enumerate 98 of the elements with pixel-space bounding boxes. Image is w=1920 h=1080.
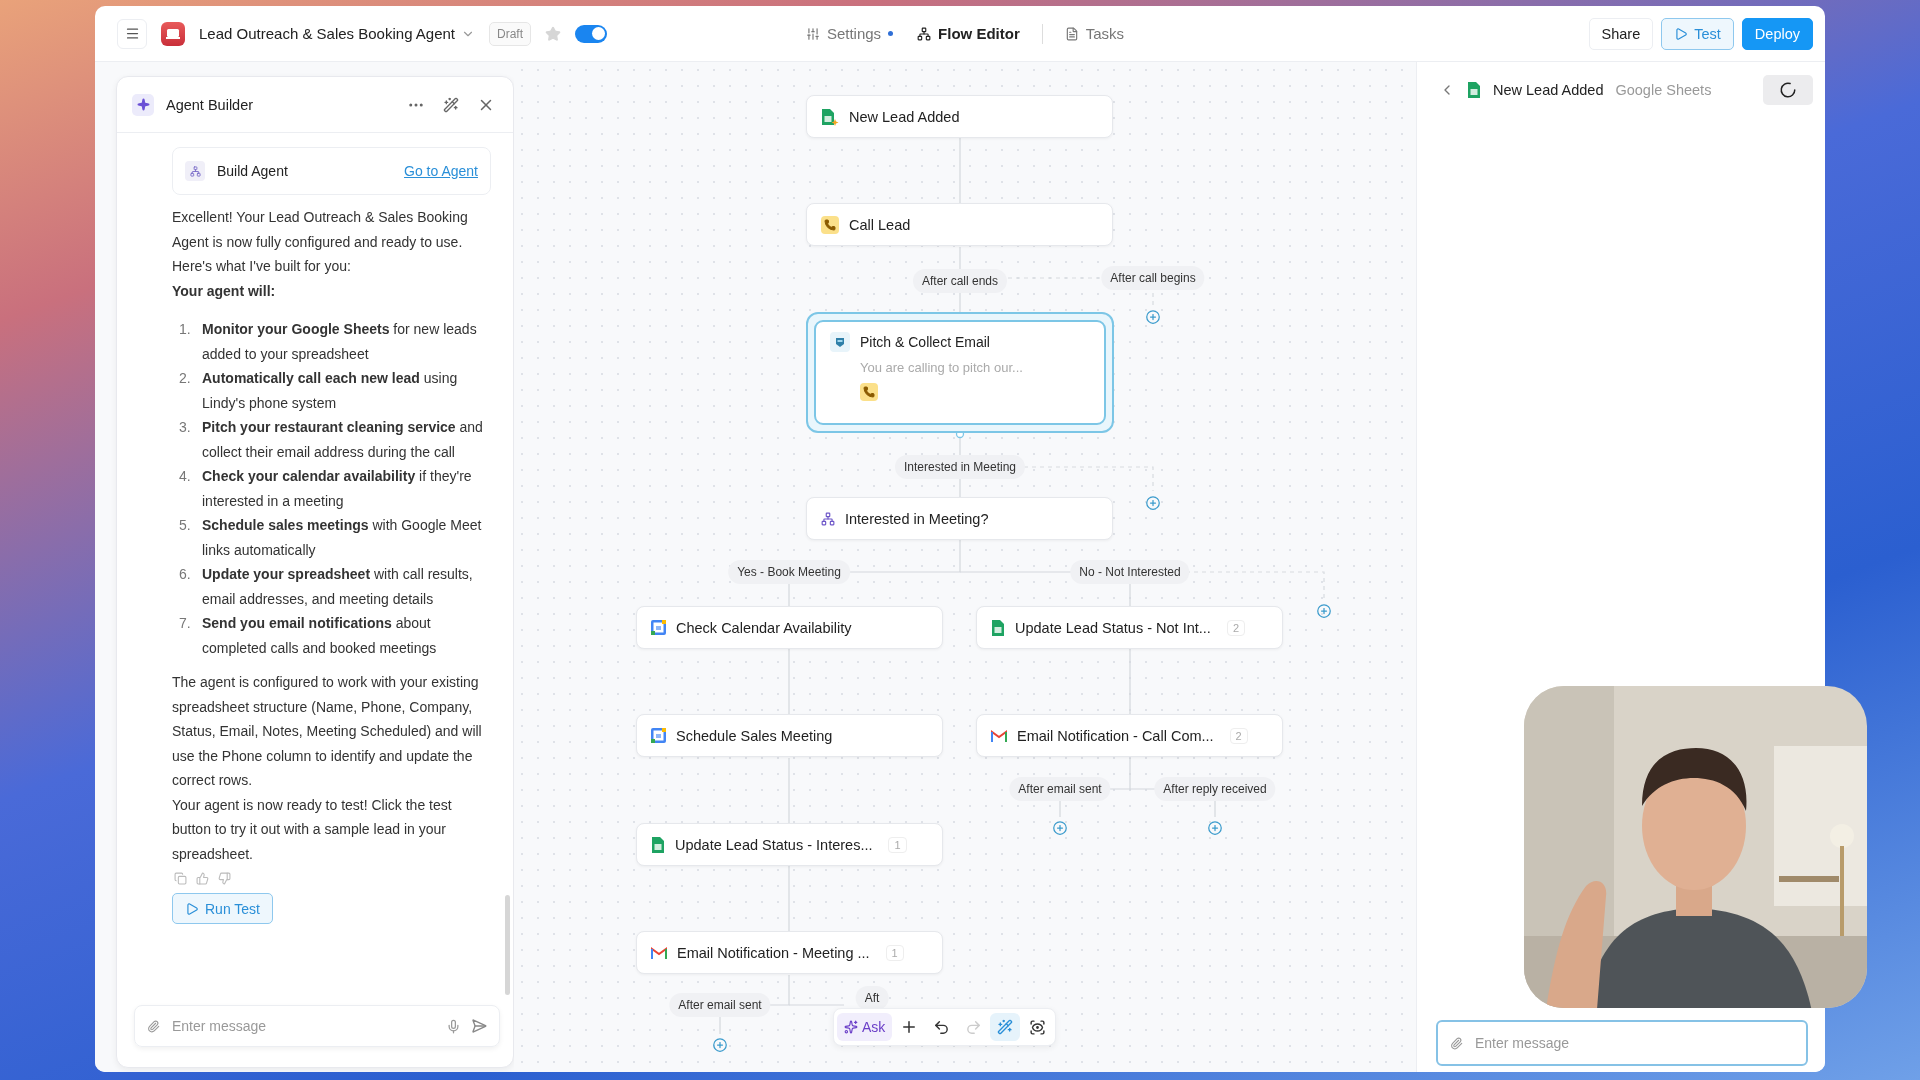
spreadsheet-icon [1467,80,1481,99]
menu-button[interactable] [117,18,147,49]
phone-icon [821,215,839,234]
spinner-icon [1779,80,1797,99]
scrollbar[interactable] [505,895,510,995]
message-text: Excellent! Your Lead Outreach & Sales Booking Agent is now fully configured and ready to use. Here's what I've built for you: [172,208,469,276]
star-icon[interactable] [545,25,562,42]
send-icon[interactable] [471,1018,487,1034]
sparkle-icon [132,93,154,116]
flow-node[interactable]: Email Notification - Call Com... 2 [976,714,1283,757]
play-icon [185,901,199,916]
thumbs-down-icon[interactable] [218,872,231,885]
message-text: Your agent is now ready to test! Click the test button to try it out with a sample lead in your spreadsheet. [172,795,453,864]
phone-icon [860,383,878,401]
spreadsheet-icon [651,835,665,854]
edge-label: After call begins [1101,266,1205,290]
list-item-text: Automatically call each new lead using Lindy's phone system [202,369,459,413]
menu-icon [124,26,140,41]
undo-icon [932,1018,950,1036]
count-badge: 2 [1226,619,1245,636]
list-number: 3. [179,418,192,437]
message-heading: Your agent will: [172,281,277,301]
go-to-agent-link[interactable]: Go to Agent [404,158,478,184]
list-number: 2. [179,369,192,388]
mail-icon [991,729,1007,742]
share-button[interactable]: Share [1588,17,1654,50]
document-icon [1064,26,1079,41]
list-number: 4. [179,467,192,486]
redo-icon [964,1018,982,1036]
list-number: 1. [179,320,192,339]
edge-label: Yes - Book Meeting [728,560,850,584]
wand-icon[interactable] [443,96,459,113]
mic-icon[interactable] [446,1018,461,1034]
bot-icon [830,332,850,352]
mail-icon [651,946,667,959]
edge-label: After email sent [669,993,771,1017]
node-title: Pitch & Collect Email [860,334,990,350]
paperclip-icon[interactable] [147,1019,160,1033]
edge-label: Interested in Meeting [894,455,1026,479]
flow-node[interactable]: Schedule Sales Meeting [636,714,943,757]
enable-toggle[interactable] [575,24,608,43]
list-number: 6. [179,565,192,584]
edge-label: After reply received [1154,777,1276,801]
spreadsheet-icon [991,618,1005,637]
panel-title: Agent Builder [166,96,255,113]
message-input[interactable]: Enter message [170,1017,436,1035]
message-input[interactable]: Enter message [1473,1034,1794,1052]
flow-node[interactable]: Update Lead Status - Interes... 1 [636,823,943,866]
flow-node[interactable]: Interested in Meeting? [806,497,1113,540]
paperclip-icon[interactable] [1450,1036,1463,1050]
edge-label: After call ends [913,269,1007,293]
flow-icon [185,161,205,181]
message-text: The agent is configured to work with your existing spreadsheet structure (Name, Phone, Company, Status, Email, Notes, Meeting Scheduled) and will use the Phone column to identify and update the correct rows. [172,673,483,790]
nav-tab[interactable]: Flow Editor [915,21,1022,46]
node-subtitle: You are calling to pitch our... [859,360,1024,375]
sliders-icon [805,26,820,41]
focus-icon [1028,1018,1046,1036]
thumbs-up-icon[interactable] [196,872,209,885]
add-step-icon[interactable] [712,1037,728,1053]
branch-icon [821,511,835,526]
app-logo-icon [161,21,185,46]
flow-node[interactable]: New Lead Added [806,95,1113,138]
status-badge: Draft [489,21,532,46]
nav-tab[interactable]: Settings [803,21,896,46]
play-icon [1674,26,1689,41]
loading-button[interactable] [1763,74,1813,105]
edge-label: Aft [855,986,889,1010]
panel-title: New Lead Added [1493,81,1604,98]
nav-tab[interactable]: Tasks [1062,21,1127,46]
sparkles-icon [844,1020,858,1034]
tool-label: Build Agent [217,161,289,181]
calendar-icon [651,620,666,635]
edge-label: No - Not Interested [1070,560,1190,584]
spreadsheet-icon [821,107,839,126]
list-number: 5. [179,516,192,535]
count-badge: 2 [1229,727,1248,744]
copy-icon[interactable] [174,872,187,885]
count-badge: 1 [888,836,907,853]
list-number: 7. [179,614,192,633]
message-composer[interactable]: Enter message [1436,1020,1808,1066]
add-step-icon[interactable] [1145,495,1161,511]
add-step-icon[interactable] [1316,603,1332,619]
flow-node[interactable]: Check Calendar Availability [636,606,943,649]
calendar-icon [651,728,666,743]
flow-node[interactable]: Email Notification - Meeting ... 1 [636,931,943,974]
flow-node[interactable]: Call Lead [806,203,1113,246]
add-step-icon[interactable] [1145,309,1161,325]
list-item-text: Send you email notifications about completed calls and booked meetings [202,614,438,658]
flow-icon [917,26,932,41]
flow-node[interactable]: Pitch & Collect Email You are calling to pitch our... [806,312,1114,433]
edge-label: After email sent [1009,777,1111,801]
count-badge: 1 [885,944,904,961]
ask-button[interactable]: Ask [837,1013,893,1041]
add-step-icon[interactable] [1207,820,1223,836]
flow-node[interactable]: Update Lead Status - Not Int... 2 [976,606,1283,649]
add-step-icon[interactable] [1052,820,1068,836]
app-name: Google Sheets [1615,81,1713,98]
wand-icon [997,1019,1014,1035]
